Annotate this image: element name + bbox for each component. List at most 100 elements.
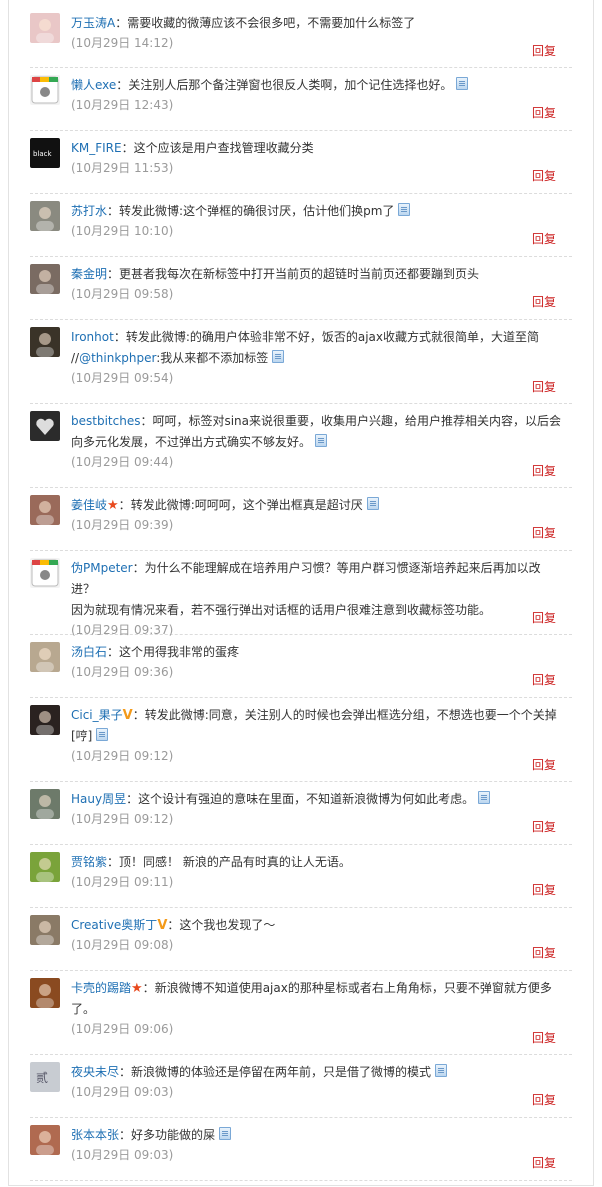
comment-text: 苏打水：转发此微博:这个弹框的确很讨厌，估计他们换pm了 [71,201,564,222]
comment-text-continued: //@thinkphper:我从来都不添加标签 [71,348,564,369]
reply-link[interactable]: 回复 [532,1091,556,1108]
photo-avatar[interactable] [30,264,60,294]
timestamp: (10月29日 09:36) [71,665,174,679]
comment-text-continued: 向多元化发展，不过弹出方式确实不够友好。 [71,432,564,453]
colon-separator: ： [142,981,155,995]
reply-link[interactable]: 回复 [532,230,556,247]
comment-text: 卡壳的踢踏★：新浪微博不知道使用ajax的那种星标或者右上角角标，只要不弹窗就方… [71,978,564,999]
username-link[interactable]: 姜佳岐 [71,498,107,512]
mention-link[interactable]: @thinkphper [79,351,156,365]
heart-avatar[interactable] [30,411,60,441]
reply-link[interactable]: 回复 [532,42,556,59]
colon-separator: ： [115,16,128,30]
colon-separator: ： [107,645,120,659]
message-text: 转发此微博:的确用户体验非常不好，饭否的ajax收藏方式就很简单，大道至简 [125,330,540,344]
comment-text: Creative奥斯丁V：这个我也发现了～ [71,915,564,936]
comment-item: 懒人exe：关注别人后那个备注弹窗也很反人类啊，加个记住选择也好。 (10月29日… [30,68,572,131]
username-link[interactable]: Hauy周昱 [71,792,126,806]
username-link[interactable]: 秦金明 [71,267,107,281]
comment-item: Cici_果子V：转发此微博:同意，关注别人的时候也会弹出框选分组，不想选也要一… [30,698,572,782]
dog-avatar[interactable] [30,642,60,672]
chrome-avatar[interactable] [30,75,60,105]
reply-link[interactable]: 回复 [532,609,556,626]
note-icon[interactable] [366,497,379,510]
comment-text: 万玉涛A：需要收藏的微薄应该不会很多吧，不需要加什么标签了 [71,13,564,34]
username-link[interactable]: 伪PMpeter [71,561,133,575]
chipmunk-avatar[interactable] [30,852,60,882]
colon-separator: ： [116,78,129,92]
dog-avatar[interactable] [30,978,60,1008]
reply-link[interactable]: 回复 [532,881,556,898]
message-text: :我从来都不添加标签 [156,351,269,365]
photo-avatar[interactable] [30,705,60,735]
photo-avatar[interactable] [30,495,60,525]
colon-separator: ： [121,141,134,155]
message-text: 这个用得我非常的蛋疼 [119,645,240,659]
username-link[interactable]: 汤白石 [71,645,107,659]
reply-link[interactable]: 回复 [532,1154,556,1171]
comment-list: 万玉涛A：需要收藏的微薄应该不会很多吧，不需要加什么标签了 (10月29日 14:… [30,6,572,1181]
chrome-avatar[interactable] [30,558,60,588]
username-link[interactable]: 卡壳的踢踏 [71,981,131,995]
note-icon[interactable] [478,791,491,804]
timestamp: (10月29日 09:11) [71,875,174,889]
reply-link[interactable]: 回复 [532,818,556,835]
comment-body: Hauy周昱：这个设计有强迫的意味在里面，不知道新浪微博为何如此考虑。 (10月2… [71,789,572,828]
comment-body: 卡壳的踢踏★：新浪微博不知道使用ajax的那种星标或者右上角角标，只要不弹窗就方… [71,978,572,1038]
colon-separator: ： [119,1128,132,1142]
comment-text: Hauy周昱：这个设计有强迫的意味在里面，不知道新浪微博为何如此考虑。 [71,789,564,810]
text-avatar[interactable]: 贰 [30,1062,60,1092]
note-icon[interactable] [272,350,285,363]
colon-separator: ： [119,1065,132,1079]
message-text: 转发此微博:这个弹框的确很讨厌，估计他们换pm了 [119,204,395,218]
comment-item: 贰 夜央未尽：新浪微博的体验还是停留在两年前，只是借了微博的模式 (10月29日 0… [30,1055,572,1118]
photo-avatar[interactable] [30,789,60,819]
reply-link[interactable]: 回复 [532,671,556,688]
colon-separator: ： [107,204,120,218]
timestamp: (10月29日 10:10) [71,224,174,238]
reply-link[interactable]: 回复 [532,524,556,541]
cartoon-avatar[interactable] [30,13,60,43]
timestamp: (10月29日 09:44) [71,455,174,469]
username-link[interactable]: 贾铭紫 [71,855,107,869]
message-text: 呵呵，标签对sina来说很重要，收集用户兴趣，给用户推荐相关内容，以后会 [152,414,562,428]
photo-avatar[interactable] [30,201,60,231]
username-link[interactable]: 万玉涛A [71,16,115,30]
username-link[interactable]: 张本本张 [71,1128,119,1142]
note-icon[interactable] [219,1127,232,1140]
photo-avatar[interactable] [30,915,60,945]
reply-link[interactable]: 回复 [532,167,556,184]
comment-item: 苏打水：转发此微博:这个弹框的确很讨厌，估计他们换pm了 (10月29日 10:1… [30,194,572,257]
reply-link[interactable]: 回复 [532,293,556,310]
colon-separator: ： [132,561,145,575]
message-text: 这个我也发现了～ [179,918,276,932]
reply-link[interactable]: 回复 [532,104,556,121]
username-link[interactable]: bestbitches [71,414,140,428]
username-link[interactable]: 夜央未尽 [71,1065,119,1079]
photo-avatar[interactable] [30,327,60,357]
note-icon[interactable] [315,434,328,447]
message-text: 这个应该是用户查找管理收藏分类 [133,141,314,155]
username-link[interactable]: Creative奥斯丁 [71,918,157,932]
username-link[interactable]: KM_FIRE [71,141,122,155]
reply-link[interactable]: 回复 [532,378,556,395]
username-link[interactable]: 苏打水 [71,204,107,218]
note-icon[interactable] [398,203,411,216]
note-icon[interactable] [435,1064,448,1077]
message-prefix: // [71,351,80,365]
note-icon[interactable] [96,728,109,741]
reply-link[interactable]: 回复 [532,944,556,961]
username-link[interactable]: Cici_果子 [71,708,123,722]
comment-body: 贾铭紫：顶！同感！ 新浪的产品有时真的让人无语。 (10月29日 09:11) [71,852,572,891]
photo-avatar[interactable] [30,1125,60,1155]
reply-link[interactable]: 回复 [532,1029,556,1046]
message-text: 转发此微博:同意，关注别人的时候也会弹出框选分组，不想选也要一个个关掉 [144,708,557,722]
black-logo-avatar[interactable]: black [30,138,60,168]
note-icon[interactable] [456,77,469,90]
comment-text: 姜佳岐★：转发此微博:呵呵呵，这个弹出框真是超讨厌 [71,495,564,516]
comment-body: 懒人exe：关注别人后那个备注弹窗也很反人类啊，加个记住选择也好。 (10月29日… [71,75,572,114]
reply-link[interactable]: 回复 [532,756,556,773]
username-link[interactable]: 懒人exe [71,78,116,92]
username-link[interactable]: Ironhot [71,330,114,344]
reply-link[interactable]: 回复 [532,462,556,479]
